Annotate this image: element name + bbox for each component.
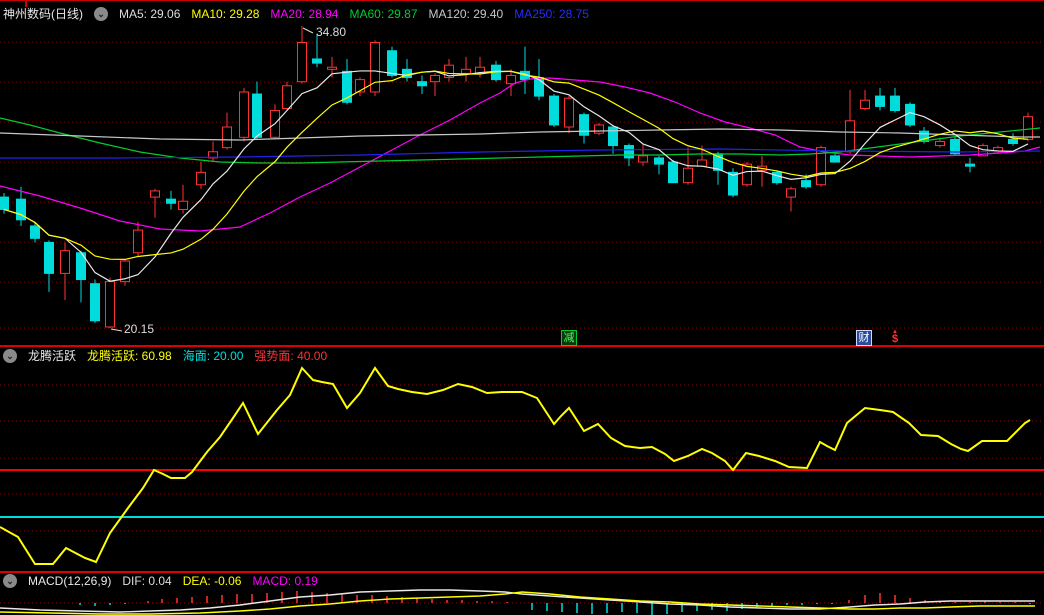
macd-title: MACD(12,26,9) bbox=[28, 574, 112, 588]
macd-panel bbox=[0, 589, 1044, 615]
macd-panel-header: ⌄ MACD(12,26,9) DIF: 0.04 DEA: -0.06 MAC… bbox=[3, 574, 318, 588]
qiangshi-value: 强势面: 40.00 bbox=[254, 349, 328, 363]
ma-line-MA120 bbox=[0, 128, 1040, 141]
high-price-label: 34.80 bbox=[316, 25, 347, 39]
ma5-value: MA5: 29.06 bbox=[119, 7, 181, 21]
candles bbox=[0, 26, 1033, 328]
main-chart-header: 神州数码(日线) ⌄ MA5: 29.06 MA10: 29.28 MA20: … bbox=[3, 7, 589, 21]
indicator-panel-header: ⌄ 龙腾活跃 龙腾活跃: 60.98 海面: 20.00 强势面: 40.00 bbox=[3, 349, 327, 363]
macd-value: MACD: 0.19 bbox=[252, 574, 318, 588]
ma-line-MA10 bbox=[3, 70, 1029, 261]
ma120-value: MA120: 29.40 bbox=[428, 7, 504, 21]
ma-line-MA5 bbox=[3, 70, 1029, 282]
main-gridlines bbox=[0, 41, 1044, 329]
indicator-panel bbox=[0, 366, 1044, 565]
wealth-signal-marker: 财 bbox=[856, 330, 872, 346]
trading-chart-window: 神州数码(日线) ⌄ MA5: 29.06 MA10: 29.28 MA20: … bbox=[0, 0, 1044, 615]
low-arrow bbox=[110, 328, 123, 332]
chevron-down-icon[interactable]: ⌄ bbox=[94, 7, 108, 21]
sell-signal-marker: 减 bbox=[561, 330, 577, 346]
longteng-value: 龙腾活跃: 60.98 bbox=[87, 349, 172, 363]
ma20-value: MA20: 28.94 bbox=[270, 7, 339, 21]
dif-value: DIF: 0.04 bbox=[122, 574, 172, 588]
haimian-value: 海面: 20.00 bbox=[182, 349, 244, 363]
high-arrow bbox=[302, 27, 314, 34]
chart-canvas[interactable] bbox=[0, 0, 1044, 615]
indicator-title: 龙腾活跃 bbox=[28, 349, 77, 363]
symbol-title: 神州数码(日线) bbox=[3, 7, 83, 21]
longteng-line bbox=[0, 366, 1031, 565]
ma250-value: MA250: 28.75 bbox=[514, 7, 589, 21]
ma10-value: MA10: 29.28 bbox=[191, 7, 260, 21]
chevron-down-icon[interactable]: ⌄ bbox=[3, 574, 17, 588]
ma60-value: MA60: 29.87 bbox=[349, 7, 418, 21]
low-price-label: 20.15 bbox=[124, 322, 155, 336]
dollar-signal-marker: ▲ $ bbox=[889, 329, 901, 345]
dea-value: DEA: -0.06 bbox=[182, 574, 242, 588]
chevron-down-icon[interactable]: ⌄ bbox=[3, 349, 17, 363]
